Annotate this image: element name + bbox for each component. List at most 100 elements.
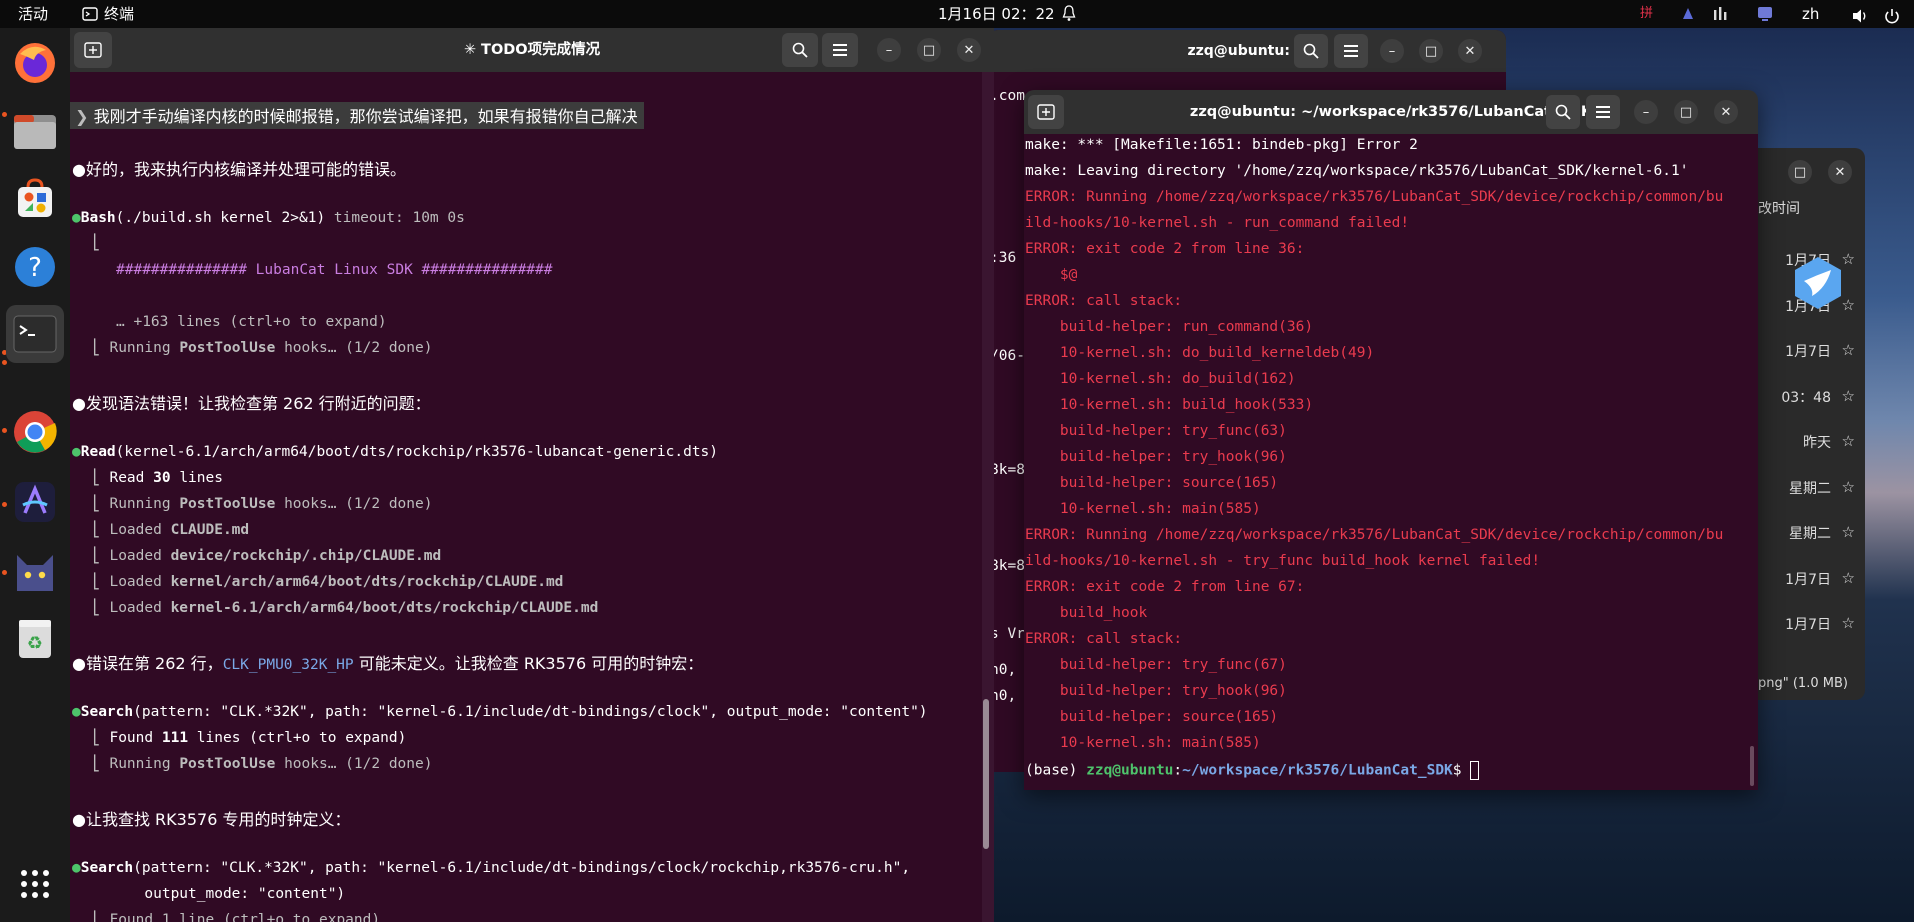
scrollbar-thumb[interactable] (1750, 746, 1754, 786)
search-result[interactable]: ⎣ Found 1 line (ctrl+o to expand) (92, 912, 380, 922)
output-line: ild-hooks/10-kernel.sh - run_command fai… (1025, 215, 1410, 231)
shell-prompt[interactable]: (base) zzq@ubuntu:~/workspace/rk3576/Lub… (1025, 761, 1480, 780)
tray-monitor-icon[interactable] (1756, 4, 1774, 32)
assistant-message: ●让我查找 RK3576 专用的时钟定义： (72, 810, 351, 829)
tool-call-bash: ●Bash(./build.sh kernel 2>&1) timeout: 1… (72, 210, 465, 226)
output-fragment: 8k=8 (990, 462, 1025, 478)
output-line: build-helper: try_func(67) (1025, 657, 1287, 673)
hamburger-icon (1596, 106, 1610, 118)
tree-connector: ⎣ (92, 235, 101, 251)
star-icon[interactable]: ☆ (1842, 296, 1855, 314)
notification-bell-icon[interactable] (1062, 3, 1076, 31)
search-result[interactable]: ⎣ Found 111 lines (ctrl+o to expand) (92, 730, 406, 746)
star-icon[interactable]: ☆ (1842, 523, 1855, 541)
maximize-icon[interactable]: □ (1788, 160, 1812, 184)
clock[interactable]: 1月16日 02：22 (938, 0, 1055, 28)
output-line: ERROR: Running /home/zzq/workspace/rk357… (1025, 189, 1724, 205)
cat-app-icon (17, 555, 53, 591)
output-line: make: *** [Makefile:1651: bindeb-pkg] Er… (1025, 137, 1418, 153)
output-line: 10-kernel.sh: do_build_kerneldeb(49) (1025, 345, 1375, 361)
star-icon[interactable]: ☆ (1842, 250, 1855, 268)
language-indicator[interactable]: zh (1802, 0, 1819, 28)
output-line: build-helper: try_hook(96) (1025, 683, 1287, 699)
svg-text:♻: ♻ (27, 633, 43, 654)
menu-button[interactable] (1334, 34, 1368, 68)
modified-date: 星期二 (1789, 480, 1831, 497)
maximize-icon[interactable]: □ (917, 38, 941, 62)
minimize-icon[interactable]: – (1380, 39, 1404, 63)
output-line: build-helper: try_func(63) (1025, 423, 1287, 439)
close-icon[interactable]: ✕ (957, 38, 981, 62)
collapsed-output[interactable]: … +163 lines (ctrl+o to expand) (116, 314, 387, 330)
chrome-icon (14, 411, 57, 453)
output-line: build_hook (1025, 605, 1148, 621)
activities-button[interactable]: 活动 (18, 0, 48, 28)
close-icon[interactable]: ✕ (1828, 160, 1852, 184)
minimize-icon[interactable]: – (1634, 100, 1658, 124)
tray-app-icon[interactable] (1680, 4, 1696, 32)
scrollbar-thumb[interactable] (983, 699, 989, 849)
star-icon[interactable]: ☆ (1842, 478, 1855, 496)
search-button[interactable] (782, 33, 818, 67)
dock-files[interactable] (8, 104, 62, 158)
volume-icon[interactable] (1851, 5, 1869, 33)
star-icon[interactable]: ☆ (1842, 569, 1855, 587)
sdk-banner: ############### LubanCat Linux SDK #####… (116, 262, 553, 278)
dock-trash[interactable]: ♻ (8, 611, 62, 665)
app-center-icon (18, 178, 52, 217)
star-icon[interactable]: ☆ (1842, 341, 1855, 359)
output-fragment: 8k=8 (990, 558, 1025, 574)
search-icon (1303, 43, 1319, 59)
minimize-icon[interactable]: – (877, 38, 901, 62)
sdk-terminal-body[interactable]: make: *** [Makefile:1651: bindeb-pkg] Er… (1024, 134, 1758, 790)
maximize-icon[interactable]: □ (1419, 39, 1443, 63)
output-line: build-helper: run_command(36) (1025, 319, 1314, 335)
input-method-icon[interactable]: 拼 (1640, 0, 1653, 28)
modified-date: 03：48 (1781, 389, 1831, 406)
dock-terminal[interactable] (6, 305, 64, 363)
running-dot (2, 112, 7, 117)
dock-show-apps[interactable] (8, 857, 62, 911)
dock-firefox[interactable] (8, 36, 62, 90)
search-button[interactable] (1546, 95, 1580, 129)
running-dot (2, 360, 7, 365)
close-icon[interactable]: ✕ (1714, 100, 1738, 124)
search-icon (1555, 104, 1571, 120)
output-line: ERROR: exit code 2 from line 36: (1025, 241, 1305, 257)
column-header-modified[interactable]: 改时间 (1758, 198, 1800, 218)
dock: ? ♻ (0, 28, 70, 922)
status-bar: png" (1.0 MB) (1758, 676, 1848, 691)
menu-button[interactable] (822, 33, 858, 67)
maximize-icon[interactable]: □ (1674, 100, 1698, 124)
output-line: ERROR: call stack: (1025, 293, 1183, 309)
output-line: 10-kernel.sh: main(585) (1025, 735, 1261, 751)
dock-ai-assistant[interactable] (8, 475, 62, 529)
output-line: 10-kernel.sh: main(585) (1025, 501, 1261, 517)
dock-app-center[interactable] (8, 172, 62, 226)
star-icon[interactable]: ☆ (1842, 387, 1855, 405)
output-fragment: /06- (990, 348, 1025, 364)
tray-chart-icon[interactable] (1712, 4, 1730, 32)
dock-chrome[interactable] (8, 405, 62, 459)
star-icon[interactable]: ☆ (1842, 614, 1855, 632)
hamburger-icon (833, 44, 847, 56)
dock-cat-app[interactable] (8, 543, 62, 597)
output-line: build-helper: try_hook(96) (1025, 449, 1287, 465)
output-fragment: s Vr (990, 626, 1025, 642)
hook-status: ⎣ Running PostToolUse hooks… (1/2 done) (92, 340, 433, 356)
dock-help[interactable]: ? (8, 240, 62, 294)
claude-terminal-body[interactable]: ❯ 我刚才手动编译内核的时候邮报错，那你尝试编译把，如果有报错你自己解决 ●好的… (70, 72, 994, 922)
floating-bird-app-icon[interactable] (1793, 255, 1843, 311)
ai-assistant-icon (15, 482, 55, 522)
text-cursor (1470, 761, 1480, 780)
power-icon[interactable] (1884, 5, 1900, 33)
close-icon[interactable]: ✕ (1458, 39, 1482, 63)
loaded-file: ⎣ Loaded kernel-6.1/arch/arm64/boot/dts/… (92, 600, 599, 616)
search-button[interactable] (1294, 34, 1328, 68)
modified-date: 1月7日 (1785, 344, 1831, 360)
files-icon (14, 115, 56, 149)
modified-date: 1月7日 (1785, 617, 1831, 633)
app-menu[interactable]: 终端 (82, 0, 134, 28)
star-icon[interactable]: ☆ (1842, 432, 1855, 450)
menu-button[interactable] (1586, 95, 1620, 129)
